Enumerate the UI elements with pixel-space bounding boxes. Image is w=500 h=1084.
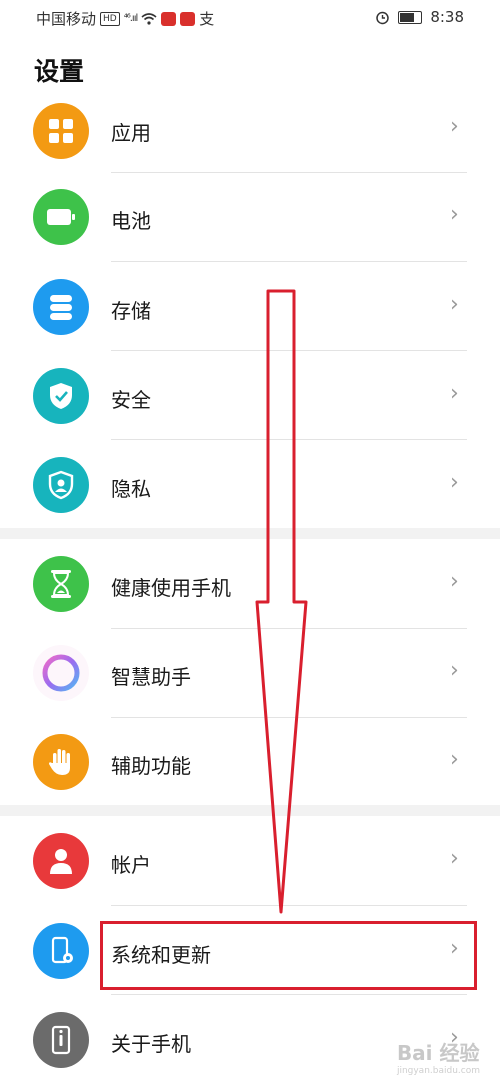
storage-icon	[33, 279, 89, 335]
divider	[111, 628, 467, 629]
divider	[111, 905, 467, 906]
watermark-logo: Bai 经验 jingyan.baidu.com	[397, 1037, 480, 1076]
section-gap	[0, 805, 500, 816]
setting-label: 辅助功能	[111, 754, 191, 778]
system-update-icon	[33, 923, 89, 979]
setting-label: 应用	[111, 121, 151, 145]
setting-label: 存储	[111, 299, 151, 323]
wifi-icon	[141, 12, 157, 25]
chevron-right-icon: ›	[450, 747, 459, 772]
setting-label: 智慧助手	[111, 665, 191, 689]
account-icon	[33, 833, 89, 889]
chevron-right-icon: ›	[450, 292, 459, 317]
hand-icon	[33, 734, 89, 790]
chevron-right-icon: ›	[450, 114, 459, 139]
chevron-right-icon: ›	[450, 470, 459, 495]
status-bar: 中国移动 HD ⁴⁶.ııl 支 8:38	[0, 0, 500, 36]
battery-status-icon	[398, 10, 423, 24]
shield-check-icon	[33, 368, 89, 424]
setting-label: 健康使用手机	[111, 576, 231, 600]
notification-app-icon-2	[180, 11, 196, 26]
watermark-url: jingyan.baidu.com	[396, 1066, 480, 1076]
divider	[111, 717, 467, 718]
apps-icon	[33, 103, 89, 159]
chevron-right-icon: ›	[450, 846, 459, 871]
annotation-highlight-box	[100, 921, 477, 990]
chevron-right-icon: ›	[450, 569, 459, 594]
chevron-right-icon: ›	[450, 658, 459, 683]
phone-info-icon	[33, 1012, 89, 1068]
section-gap	[0, 528, 500, 539]
hourglass-icon	[33, 556, 89, 612]
divider	[111, 350, 467, 351]
clock-time: 8:38	[430, 8, 464, 26]
carrier-name: 中国移动	[36, 10, 97, 28]
setting-label: 关于手机	[111, 1032, 191, 1056]
notification-text-icon: 支	[199, 10, 215, 28]
setting-label: 帐户	[111, 853, 151, 877]
signal-icon: ⁴⁶.ııl	[123, 13, 138, 24]
assistant-ring-icon	[33, 645, 89, 701]
privacy-icon	[33, 457, 89, 513]
setting-label: 隐私	[111, 477, 151, 501]
setting-label: 电池	[111, 209, 151, 233]
hd-badge: HD	[100, 11, 120, 26]
notification-app-icon	[161, 11, 177, 26]
divider	[111, 439, 467, 440]
battery-icon	[33, 189, 89, 245]
chevron-right-icon: ›	[450, 381, 459, 406]
chevron-right-icon: ›	[450, 202, 459, 227]
divider	[111, 172, 467, 173]
watermark-text: Bai 经验	[396, 1041, 480, 1065]
page-title: 设置	[34, 57, 85, 86]
alarm-icon	[376, 11, 390, 24]
divider	[111, 994, 467, 995]
divider	[111, 261, 467, 262]
setting-label: 安全	[111, 388, 151, 412]
